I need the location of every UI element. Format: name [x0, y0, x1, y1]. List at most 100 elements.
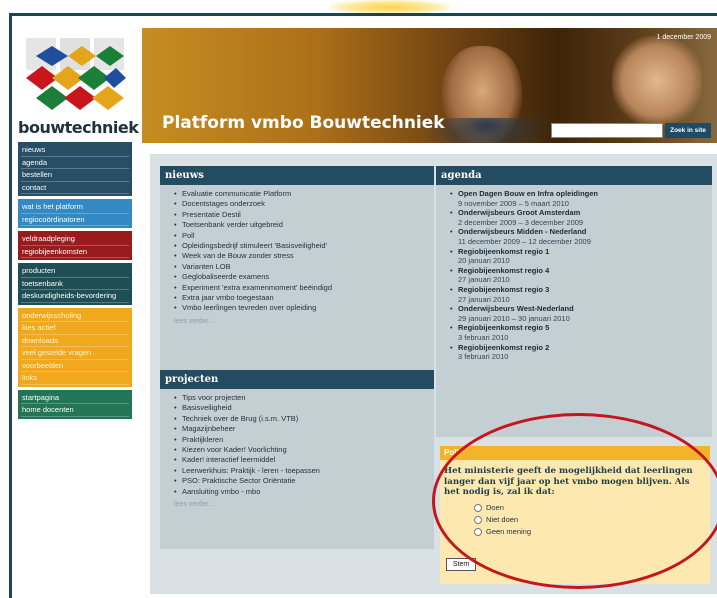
header-banner: 1 december 2009 Platform vmbo Bouwtechni…: [142, 28, 717, 143]
projecten-more-link[interactable]: lees verder...: [174, 501, 426, 508]
event-date: 27 januari 2010: [458, 275, 510, 285]
page-title: Platform vmbo Bouwtechniek: [162, 113, 445, 133]
agenda-event[interactable]: Regiobijeenkomst regio 327 januari 2010: [450, 285, 704, 304]
sidebar-item-regiocoordinatoren[interactable]: regiocoördinatoren: [21, 214, 129, 226]
list-item[interactable]: Extra jaar vmbo toegestaan: [174, 293, 426, 304]
search-input[interactable]: [551, 123, 663, 138]
banner-date: 1 december 2009: [656, 34, 711, 41]
agenda-event[interactable]: Regiobijeenkomst regio 427 januari 2010: [450, 266, 704, 285]
event-date: 27 januari 2010: [458, 294, 510, 304]
list-item[interactable]: Presentatie Destil: [174, 210, 426, 221]
sidebar-item-onderwijsscholing[interactable]: onderwijsscholing: [21, 310, 129, 322]
projecten-body: Tips voor projecten Basisveiligheid Tech…: [160, 389, 434, 549]
list-item[interactable]: Varianten LOB: [174, 262, 426, 273]
sidebar-item-voorbeelden[interactable]: voorbeelden: [21, 360, 129, 372]
event-name: Regiobijeenkomst regio 4: [458, 265, 550, 275]
list-item[interactable]: Tips voor projecten: [174, 393, 426, 404]
event-date: 9 november 2009 – 5 maart 2010: [458, 198, 569, 208]
agenda-event[interactable]: Regiobijeenkomst regio 120 januari 2010: [450, 247, 704, 266]
agenda-event[interactable]: Regiobijeenkomst regio 23 februari 2010: [450, 343, 704, 362]
event-name: Onderwijsbeurs Midden - Nederland: [458, 227, 587, 237]
sidebar-group-general: nieuws agenda bestellen contact: [18, 142, 132, 196]
event-date: 29 januari 2010 – 30 januari 2010: [458, 313, 570, 323]
event-name: Regiobijeenkomst regio 1: [458, 246, 550, 256]
banner-photo-person-right: [612, 36, 702, 126]
list-item[interactable]: Magazijnbeheer: [174, 424, 426, 435]
puzzle-logo-icon: [22, 34, 126, 114]
nieuws-more-link[interactable]: lees verder...: [174, 318, 426, 325]
sidebar-item-regiobijeenkomsten[interactable]: regiobijeenkomsten: [21, 246, 129, 258]
list-item[interactable]: Aansluiting vmbo - mbo: [174, 487, 426, 498]
event-date: 2 december 2009 – 3 december 2009: [458, 217, 584, 227]
red-annotation-circle: [432, 413, 717, 589]
event-date: 3 februari 2010: [458, 332, 509, 342]
nieuws-body: Evaluatie communicatie Platform Docentst…: [160, 185, 434, 370]
sidebar-item-toetsenbank[interactable]: toetsenbank: [21, 278, 129, 290]
sidebar-item-home-docenten[interactable]: home docenten: [21, 404, 129, 417]
list-item[interactable]: Week van de Bouw zonder stress: [174, 251, 426, 262]
agenda-list: Open Dagen Bouw en Infra opleidingen9 no…: [450, 189, 704, 362]
list-item[interactable]: Kiezen voor Kader! Voorlichting: [174, 445, 426, 456]
search-button[interactable]: Zoek in site: [665, 123, 711, 138]
event-date: 11 december 2009 – 12 december 2009: [458, 236, 591, 246]
sidebar-group-home: startpagina home docenten: [18, 389, 132, 419]
event-name: Onderwijsbeurs Groot Amsterdam: [458, 208, 581, 218]
sidebar-item-startpagina[interactable]: startpagina: [21, 392, 129, 404]
sidebar-item-producten[interactable]: producten: [21, 265, 129, 278]
event-name: Open Dagen Bouw en Infra opleidingen: [458, 189, 599, 198]
sidebar-item-wat-is-het-platform[interactable]: wat is het platform: [21, 201, 129, 214]
list-item[interactable]: Opleidingsbedrijf stimuleert 'Basisveili…: [174, 241, 426, 252]
projecten-title: projecten: [160, 370, 434, 389]
event-name: Regiobijeenkomst regio 5: [458, 323, 550, 333]
event-name: Regiobijeenkomst regio 2: [458, 342, 550, 352]
event-name: Regiobijeenkomst regio 3: [458, 284, 550, 294]
top-glow: [330, 0, 450, 14]
sidebar-item-nieuws[interactable]: nieuws: [21, 144, 129, 157]
list-item[interactable]: Evaluatie communicatie Platform: [174, 189, 426, 200]
list-item[interactable]: Poll: [174, 231, 426, 242]
event-name: Onderwijsbeurs West-Nederland: [458, 304, 574, 314]
sidebar-nav: nieuws agenda bestellen contact wat is h…: [18, 142, 132, 422]
agenda-event[interactable]: Regiobijeenkomst regio 53 februari 2010: [450, 323, 704, 342]
nieuws-list: Evaluatie communicatie Platform Docentst…: [174, 189, 426, 314]
list-item[interactable]: Geglobaliseerde examens: [174, 272, 426, 283]
sidebar-item-bestellen[interactable]: bestellen: [21, 169, 129, 182]
sidebar-item-links[interactable]: links: [21, 372, 129, 385]
event-date: 20 januari 2010: [458, 256, 510, 266]
list-item[interactable]: Experiment 'extra examenmoment' beëindig…: [174, 283, 426, 294]
list-item[interactable]: Leerwerkhuis: Praktijk - leren - toepass…: [174, 466, 426, 477]
sidebar-group-regio: veldraadpleging regiobijeenkomsten: [18, 231, 132, 260]
agenda-title: agenda: [436, 166, 712, 185]
sidebar-item-veldraadpleging[interactable]: veldraadpleging: [21, 233, 129, 246]
nieuws-title: nieuws: [160, 166, 434, 185]
list-item[interactable]: Toetsenbank verder uitgebreid: [174, 220, 426, 231]
sidebar-item-deskundigheidsbevordering[interactable]: deskundigheids-bevordering: [21, 290, 129, 303]
sidebar-item-downloads[interactable]: downloads: [21, 335, 129, 347]
sidebar-group-platform: wat is het platform regiocoördinatoren: [18, 199, 132, 228]
list-item[interactable]: Techniek over de Brug (i.s.m. VTB): [174, 414, 426, 425]
agenda-event[interactable]: Onderwijsbeurs Midden - Nederland11 dece…: [450, 227, 704, 246]
list-item[interactable]: PSO: Praktische Sector Oriëntatie: [174, 476, 426, 487]
sidebar-group-resources: onderwijsscholing kies actief downloads …: [18, 307, 132, 387]
sidebar-item-contact[interactable]: contact: [21, 182, 129, 194]
list-item[interactable]: Vmbo leerlingen tevreden over opleiding: [174, 303, 426, 314]
agenda-body: Open Dagen Bouw en Infra opleidingen9 no…: [436, 185, 712, 437]
agenda-event[interactable]: Open Dagen Bouw en Infra opleidingen9 no…: [450, 189, 704, 208]
logo-text: bouwtechniek: [18, 118, 139, 137]
sidebar-item-veel-gestelde-vragen[interactable]: veel gestelde vragen: [21, 347, 129, 360]
event-date: 3 februari 2010: [458, 352, 509, 362]
list-item[interactable]: Kader! interactief leermiddel: [174, 455, 426, 466]
projecten-list: Tips voor projecten Basisveiligheid Tech…: [174, 393, 426, 497]
sidebar-item-agenda[interactable]: agenda: [21, 157, 129, 169]
list-item[interactable]: Docentstages onderzoek: [174, 199, 426, 210]
agenda-panel: agenda Open Dagen Bouw en Infra opleidin…: [436, 166, 712, 437]
list-item[interactable]: Basisveiligheid: [174, 403, 426, 414]
sidebar-group-producten: producten toetsenbank deskundigheids-bev…: [18, 263, 132, 305]
list-item[interactable]: Praktijkleren: [174, 435, 426, 446]
agenda-event[interactable]: Onderwijsbeurs West-Nederland29 januari …: [450, 304, 704, 323]
sidebar-item-kies-actief[interactable]: kies actief: [21, 322, 129, 335]
site-logo[interactable]: bouwtechniek: [18, 30, 139, 140]
projecten-panel: projecten Tips voor projecten Basisveili…: [160, 370, 434, 549]
agenda-event[interactable]: Onderwijsbeurs Groot Amsterdam2 december…: [450, 208, 704, 227]
nieuws-panel: nieuws Evaluatie communicatie Platform D…: [160, 166, 434, 370]
